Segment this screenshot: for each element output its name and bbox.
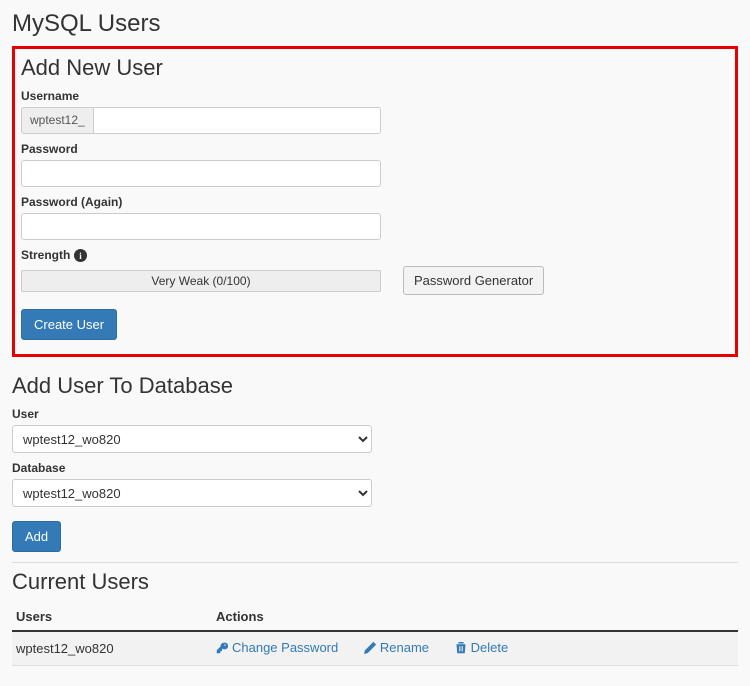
password-input[interactable] bbox=[21, 160, 381, 187]
info-icon: i bbox=[74, 249, 87, 262]
password-generator-button[interactable]: Password Generator bbox=[403, 266, 544, 295]
database-select-label: Database bbox=[12, 461, 738, 475]
user-cell: wptest12_wo820 bbox=[12, 631, 212, 665]
divider bbox=[12, 562, 738, 563]
page-title: MySQL Users bbox=[12, 10, 738, 38]
username-input[interactable] bbox=[93, 107, 381, 134]
table-row: wptest12_wo820 Change Password Rename De… bbox=[12, 631, 738, 665]
username-label: Username bbox=[21, 89, 729, 103]
add-new-user-heading: Add New User bbox=[21, 55, 729, 81]
col-actions-header: Actions bbox=[212, 603, 738, 631]
strength-label: Strength bbox=[21, 248, 70, 262]
password-again-label: Password (Again) bbox=[21, 195, 729, 209]
user-select-label: User bbox=[12, 407, 738, 421]
password-label: Password bbox=[21, 142, 729, 156]
strength-meter: Very Weak (0/100) bbox=[21, 270, 381, 292]
change-password-link[interactable]: Change Password bbox=[216, 640, 338, 655]
user-select[interactable]: wptest12_wo820 bbox=[12, 425, 372, 453]
create-user-button[interactable]: Create User bbox=[21, 309, 117, 340]
key-icon bbox=[216, 642, 228, 654]
current-users-heading: Current Users bbox=[12, 569, 738, 595]
username-prefix: wptest12_ bbox=[21, 107, 93, 134]
add-new-user-panel: Add New User Username wptest12_ Password… bbox=[12, 46, 738, 357]
delete-text: Delete bbox=[471, 640, 509, 655]
add-button[interactable]: Add bbox=[12, 521, 61, 552]
change-password-text: Change Password bbox=[232, 640, 338, 655]
password-again-input[interactable] bbox=[21, 213, 381, 240]
rename-text: Rename bbox=[380, 640, 429, 655]
database-select[interactable]: wptest12_wo820 bbox=[12, 479, 372, 507]
delete-link[interactable]: Delete bbox=[455, 640, 509, 655]
pencil-icon bbox=[364, 642, 376, 654]
current-users-table: Users Actions wptest12_wo820 Change Pass… bbox=[12, 603, 738, 666]
trash-icon bbox=[455, 642, 467, 654]
rename-link[interactable]: Rename bbox=[364, 640, 429, 655]
add-user-to-db-heading: Add User To Database bbox=[12, 373, 738, 399]
col-users-header: Users bbox=[12, 603, 212, 631]
